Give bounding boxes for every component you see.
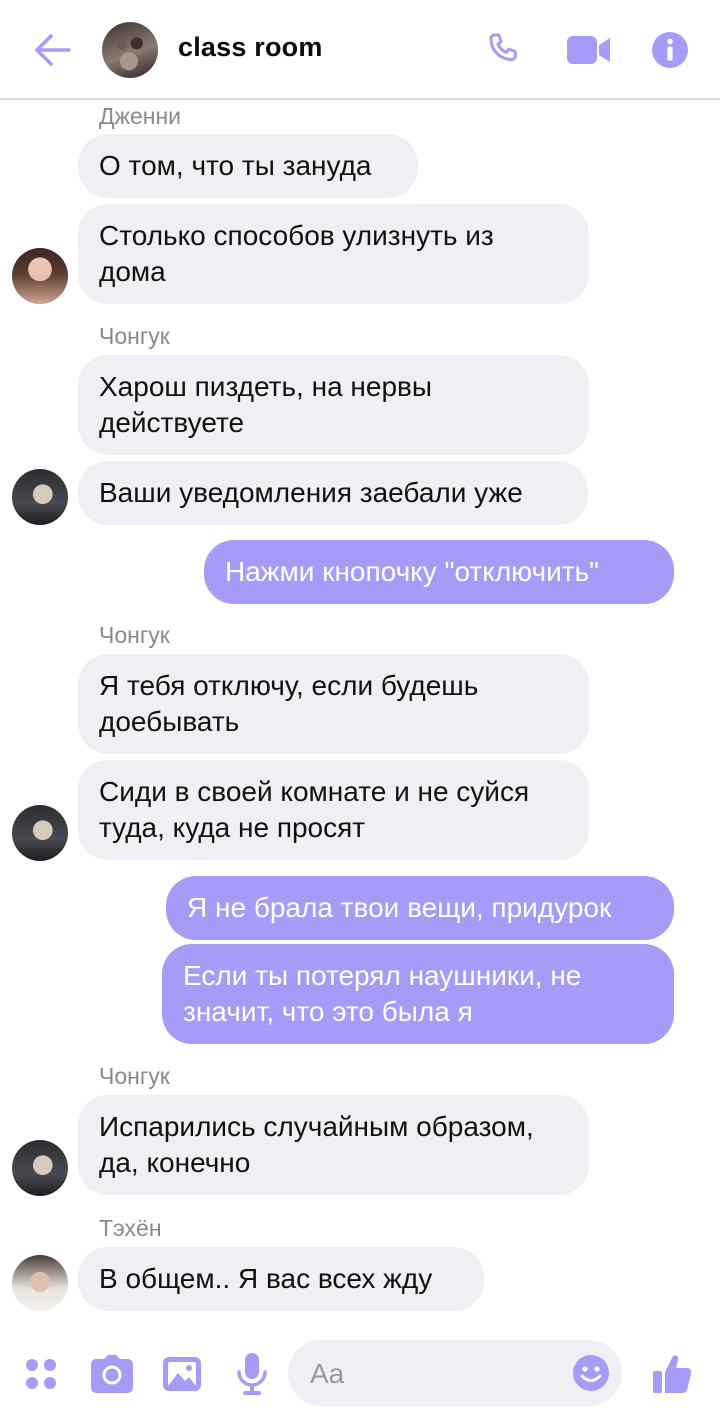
group-avatar[interactable] — [102, 22, 158, 78]
phone-icon[interactable] — [484, 31, 522, 69]
message-bubble[interactable]: Сиди в своей комнате и не суйся туда, ку… — [78, 760, 589, 860]
camera-icon[interactable] — [90, 1354, 134, 1394]
message-text: Харош пиздеть, на нервы действуете — [99, 371, 433, 438]
sender-avatar[interactable] — [12, 1255, 68, 1311]
microphone-icon[interactable] — [236, 1352, 268, 1396]
message-text: Если ты потерял наушники, не значит, что… — [183, 960, 582, 1027]
message-bubble-outgoing[interactable]: Нажми кнопочку "отключить" — [204, 540, 674, 604]
message-text: Нажми кнопочку "отключить" — [225, 556, 600, 587]
message-text: Я не брала твои вещи, придурок — [187, 892, 612, 923]
message-bubble-outgoing[interactable]: Я не брала твои вещи, придурок — [166, 876, 674, 940]
message-bubble[interactable]: Столько способов улизнуть из дома — [78, 204, 589, 304]
sender-name: Тэхён — [99, 1215, 162, 1241]
message-text: Ваши уведомления заебали уже — [99, 477, 523, 508]
emoji-icon[interactable] — [572, 1354, 610, 1392]
message-text: Испарились случайным образом, да, конечн… — [99, 1111, 534, 1178]
message-text: Сиди в своей комнате и не суйся туда, ку… — [99, 776, 530, 843]
sender-avatar[interactable] — [12, 248, 68, 304]
message-text: Я тебя отключу, если будешь доебывать — [99, 670, 479, 737]
message-text: Столько способов улизнуть из дома — [99, 220, 494, 287]
sender-avatar[interactable] — [12, 469, 68, 525]
message-bubble[interactable]: Я тебя отключу, если будешь доебывать — [78, 654, 589, 754]
chat-header: class room — [0, 0, 720, 100]
thumbs-up-icon[interactable] — [652, 1353, 692, 1395]
gallery-icon[interactable] — [162, 1356, 202, 1392]
chat-title[interactable]: class room — [178, 32, 323, 63]
sender-name: Дженни — [99, 103, 182, 129]
apps-icon[interactable] — [24, 1357, 58, 1391]
sender-name: Чонгук — [99, 622, 170, 648]
message-bubble[interactable]: Ваши уведомления заебали уже — [78, 461, 588, 525]
back-arrow-icon[interactable] — [32, 33, 72, 67]
message-text: В общем.. Я вас всех жду — [99, 1263, 433, 1294]
message-bubble-outgoing[interactable]: Если ты потерял наушники, не значит, что… — [162, 944, 674, 1044]
message-bubble[interactable]: О том, что ты зануда — [78, 134, 418, 198]
sender-name: Чонгук — [99, 323, 170, 349]
sender-avatar[interactable] — [12, 805, 68, 861]
message-bubble[interactable]: Харош пиздеть, на нервы действуете — [78, 355, 589, 455]
message-input[interactable] — [308, 1355, 562, 1393]
video-camera-icon[interactable] — [566, 34, 612, 66]
message-bubble[interactable]: Испарились случайным образом, да, конечн… — [78, 1095, 589, 1195]
info-icon[interactable] — [651, 31, 689, 69]
message-bubble[interactable]: В общем.. Я вас всех жду — [78, 1247, 484, 1311]
sender-avatar[interactable] — [12, 1140, 68, 1196]
message-text: О том, что ты зануда — [99, 150, 372, 181]
sender-name: Чонгук — [99, 1063, 170, 1089]
message-composer[interactable] — [288, 1340, 622, 1406]
